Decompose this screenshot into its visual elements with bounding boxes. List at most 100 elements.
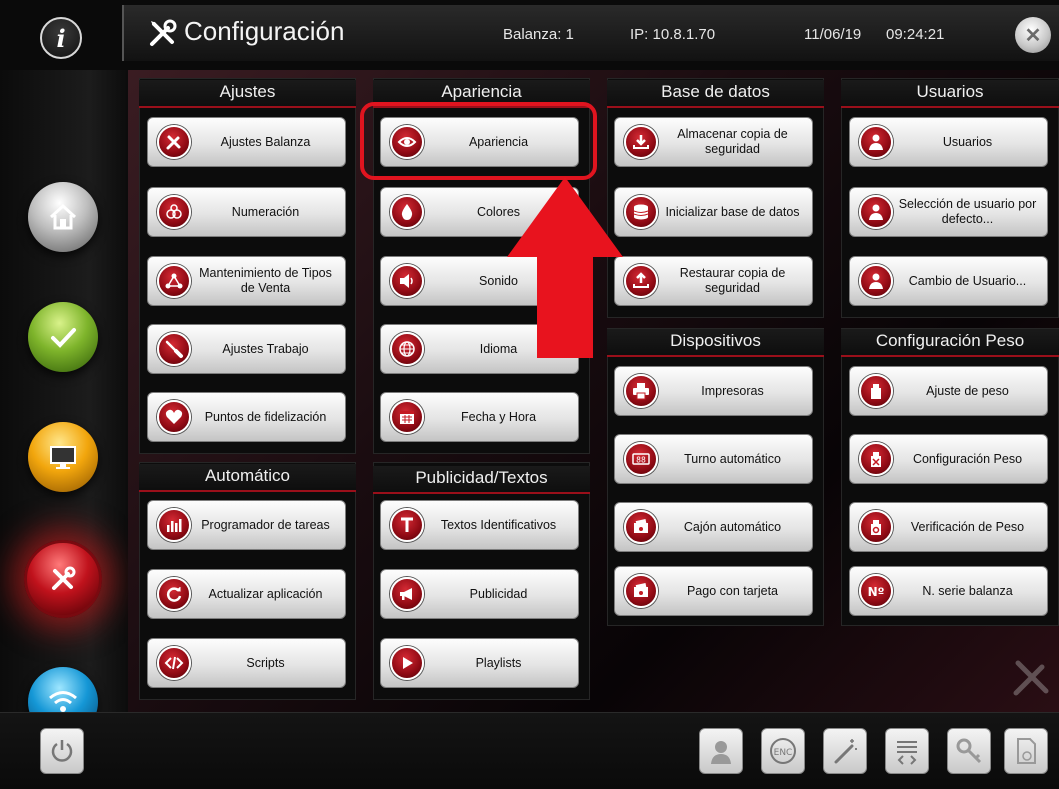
- cajon-automatico-button[interactable]: Cajón automático: [614, 502, 813, 552]
- close-button[interactable]: ✕: [1015, 17, 1051, 53]
- section-title-automatico: Automático: [139, 464, 356, 492]
- impresoras-button[interactable]: Impresoras: [614, 366, 813, 416]
- calendar-icon: [390, 400, 424, 434]
- button-label: N. serie balanza: [922, 583, 1013, 598]
- inicializar-bd-button[interactable]: Inicializar base de datos: [614, 187, 813, 237]
- verificacion-peso-button[interactable]: Verificación de Peso: [849, 502, 1048, 552]
- speaker-icon: [390, 264, 424, 298]
- numbering-icon: [157, 195, 191, 229]
- tipos-venta-button[interactable]: Mantenimiento de Tipos de Venta: [147, 256, 346, 306]
- button-label: Ajuste de peso: [926, 383, 1009, 398]
- button-label: Usuarios: [942, 134, 993, 149]
- cash-drawer-icon: [624, 510, 658, 544]
- section-title-publicidad: Publicidad/Textos: [373, 466, 590, 494]
- section-title-ajustes: Ajustes: [139, 80, 356, 108]
- power-icon[interactable]: [40, 728, 84, 774]
- button-label: Playlists: [475, 655, 522, 670]
- text-icon: [390, 508, 424, 542]
- section-title-base-datos: Base de datos: [607, 80, 824, 108]
- tools-watermark-icon: [1013, 660, 1049, 696]
- button-label: Scripts: [246, 655, 285, 670]
- card-payment-icon: [624, 574, 658, 608]
- button-label: Selección de usuario por defecto...: [898, 197, 1037, 226]
- button-label: Cambio de Usuario...: [908, 273, 1027, 288]
- magic-wand-icon[interactable]: [823, 728, 867, 774]
- seleccion-usuario-button[interactable]: Selección de usuario por defecto...: [849, 187, 1048, 237]
- usuarios-button[interactable]: Usuarios: [849, 117, 1048, 167]
- help-file-icon[interactable]: [1004, 728, 1048, 774]
- actualizar-aplicacion-button[interactable]: Actualizar aplicación: [147, 569, 346, 619]
- play-icon: [390, 646, 424, 680]
- database-icon: [624, 195, 658, 229]
- programador-tareas-button[interactable]: Programador de tareas: [147, 500, 346, 550]
- network-icon: [157, 264, 191, 298]
- drop-icon: [390, 195, 424, 229]
- ajustes-trabajo-button[interactable]: Ajustes Trabajo: [147, 324, 346, 374]
- script-list-icon[interactable]: [885, 728, 929, 774]
- svg-text:88: 88: [636, 456, 646, 465]
- fecha-hora-button[interactable]: Fecha y Hora: [380, 392, 579, 442]
- weight-tools-icon: [859, 442, 893, 476]
- button-label: Actualizar aplicación: [208, 586, 323, 601]
- user-icon: [859, 125, 893, 159]
- button-label: Mantenimiento de Tipos de Venta: [199, 266, 332, 295]
- check-icon[interactable]: [28, 302, 98, 372]
- side-nav: [0, 70, 128, 737]
- top-bar: i Configuración Balanza: 1 IP: 10.8.1.70…: [0, 0, 1059, 70]
- date-label: 11/06/19: [804, 26, 862, 43]
- key-icon[interactable]: [947, 728, 991, 774]
- button-label: Turno automático: [684, 451, 781, 466]
- button-label: Cajón automático: [683, 519, 782, 534]
- time-label: 09:24:21: [886, 26, 945, 43]
- svg-text:ENC: ENC: [774, 748, 793, 758]
- button-label: Verificación de Peso: [910, 519, 1025, 534]
- ajuste-peso-button[interactable]: Ajuste de peso: [849, 366, 1048, 416]
- section-title-dispositivos: Dispositivos: [607, 329, 824, 357]
- scripts-button[interactable]: Scripts: [147, 638, 346, 688]
- globe-icon: [390, 332, 424, 366]
- settings-tools-icon[interactable]: [24, 540, 102, 618]
- highlight-box: [360, 102, 597, 180]
- serial-number-icon: Nº: [859, 574, 893, 608]
- button-label: Impresoras: [701, 383, 764, 398]
- monitor-icon[interactable]: [28, 422, 98, 492]
- button-label: Publicidad: [469, 586, 528, 601]
- download-icon: [624, 125, 658, 159]
- weight-check-icon: [859, 510, 893, 544]
- puntos-fidelizacion-button[interactable]: Puntos de fidelización: [147, 392, 346, 442]
- almacenar-copia-button[interactable]: Almacenar copia de seguridad: [614, 117, 813, 167]
- button-label: Almacenar copia de seguridad: [677, 127, 788, 156]
- scale-label: Balanza: 1: [503, 26, 574, 43]
- tools-icon: [150, 19, 177, 46]
- info-icon[interactable]: i: [40, 17, 82, 59]
- serie-balanza-button[interactable]: Nº N. serie balanza: [849, 566, 1048, 616]
- playlists-button[interactable]: Playlists: [380, 638, 579, 688]
- restaurar-copia-button[interactable]: Restaurar copia de seguridad: [614, 256, 813, 306]
- button-label: Puntos de fidelización: [204, 409, 327, 424]
- button-label: Numeración: [231, 204, 300, 219]
- textos-identificativos-button[interactable]: Textos Identificativos: [380, 500, 579, 550]
- heart-icon: [157, 400, 191, 434]
- configuracion-peso-button[interactable]: Configuración Peso: [849, 434, 1048, 484]
- support-agent-icon[interactable]: [699, 728, 743, 774]
- home-icon[interactable]: [28, 182, 98, 252]
- enc-icon[interactable]: ENC: [761, 728, 805, 774]
- weight-icon: [859, 374, 893, 408]
- cambio-usuario-button[interactable]: Cambio de Usuario...: [849, 256, 1048, 306]
- button-label: Inicializar base de datos: [665, 204, 800, 219]
- svg-text:Nº: Nº: [868, 585, 885, 599]
- turno-automatico-button[interactable]: 88 Turno automático: [614, 434, 813, 484]
- ajustes-balanza-button[interactable]: Ajustes Balanza: [147, 117, 346, 167]
- section-title-config-peso: Configuración Peso: [841, 329, 1059, 357]
- page-title: Configuración: [184, 16, 345, 46]
- ip-label: IP: 10.8.1.70: [630, 26, 716, 43]
- publicidad-button[interactable]: Publicidad: [380, 569, 579, 619]
- upload-icon: [624, 264, 658, 298]
- numeracion-button[interactable]: Numeración: [147, 187, 346, 237]
- button-label: Restaurar copia de seguridad: [679, 266, 786, 295]
- button-label: Ajustes Balanza: [220, 134, 311, 149]
- printer-icon: [624, 374, 658, 408]
- pago-tarjeta-button[interactable]: Pago con tarjeta: [614, 566, 813, 616]
- button-label: Pago con tarjeta: [686, 583, 779, 598]
- button-label: Programador de tareas: [201, 517, 330, 532]
